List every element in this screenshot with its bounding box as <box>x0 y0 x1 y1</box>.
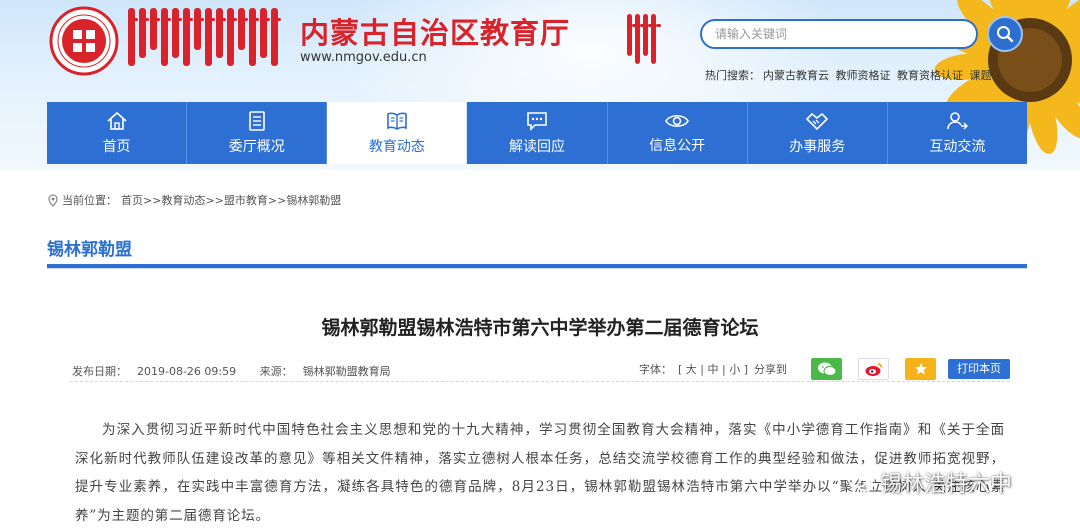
font-size-medium[interactable]: 中 <box>707 363 718 376</box>
wechat-watermark-icon <box>848 472 874 492</box>
user-exchange-icon <box>947 111 969 129</box>
hot-search-link[interactable]: 课题 <box>970 69 992 82</box>
nav-label: 首页 <box>102 138 131 155</box>
breadcrumb-separator: >> <box>267 194 287 207</box>
favorite-button[interactable] <box>905 358 936 380</box>
article-source: 来源： 锡林郭勒盟教育局 <box>260 365 401 378</box>
nav-label: 教育动态 <box>368 138 425 155</box>
mongolian-script-tag <box>627 14 661 64</box>
nav-label: 委厅概况 <box>228 138 285 155</box>
nav-item-overview[interactable]: 委厅概况 <box>187 102 328 164</box>
share-weibo-button[interactable] <box>858 358 889 380</box>
nav-item-disclosure[interactable]: 信息公开 <box>608 102 748 164</box>
article-title: 锡林郭勒盟锡林浩特市第六中学举办第二届德育论坛 <box>321 317 759 339</box>
bracket: [ <box>677 363 683 376</box>
publish-date-label: 发布日期： <box>72 365 127 378</box>
divider: | <box>700 363 704 376</box>
nav-label: 办事服务 <box>789 138 846 155</box>
hot-search-link[interactable]: 教育资格认证 <box>897 69 963 82</box>
breadcrumb-separator: >> <box>205 194 224 207</box>
font-size-label: 字体： <box>638 363 672 376</box>
source-label: 来源： <box>259 365 293 378</box>
hot-search-link[interactable]: 内蒙古教育云 <box>763 69 829 82</box>
divider: | <box>721 363 726 376</box>
education-department-logo <box>49 6 119 76</box>
bracket: ] <box>743 363 748 376</box>
site-header: 内蒙古自治区教育厅 www.nmgov.edu.cn 请输入关键词 热门搜索：内… <box>0 0 1080 170</box>
publish-date: 发布日期： 2019-08-26 09:59 <box>72 365 246 378</box>
breadcrumb-link-education-news[interactable]: 教育动态 <box>161 194 205 207</box>
wechat-icon <box>817 362 836 376</box>
font-size-large[interactable]: 大 <box>686 363 697 376</box>
share-label: 分享到 <box>754 363 787 376</box>
chat-icon <box>527 111 547 131</box>
search-icon <box>997 26 1014 43</box>
font-size-controls: [ 大 | 中 | 小 ] <box>678 361 748 377</box>
document-icon <box>248 110 265 131</box>
location-pin-icon <box>48 193 58 207</box>
nav-item-education-news[interactable]: 教育动态 <box>327 102 468 164</box>
article-meta: 发布日期： 2019-08-26 09:59 来源： 锡林郭勒盟教育局 字体： [ … <box>70 355 1010 382</box>
book-icon <box>387 112 407 130</box>
nav-label: 信息公开 <box>649 137 706 154</box>
share-wechat-button[interactable] <box>811 358 842 380</box>
weibo-icon <box>865 363 882 376</box>
main-nav: 首页 委厅概况 教育动态 解读回应 信息公开 办事服务 互动交流 <box>47 102 1027 164</box>
site-url[interactable]: www.nmgov.edu.cn <box>300 50 427 65</box>
hot-search-link[interactable]: 教师资格证 <box>836 69 891 82</box>
breadcrumb-label: 当前位置： <box>62 194 117 207</box>
breadcrumb: 当前位置： 首页>>教育动态>>盟市教育>>锡林郭勒盟 <box>48 192 341 208</box>
wechat-watermark: 锡林浩特六中 <box>848 466 1012 498</box>
nav-label: 解读回应 <box>508 138 565 155</box>
home-icon <box>107 111 127 130</box>
source-value: 锡林郭勒盟教育局 <box>302 365 391 378</box>
breadcrumb-link-xilingol[interactable]: 锡林郭勒盟 <box>286 194 341 207</box>
search-button[interactable] <box>987 16 1023 52</box>
site-title[interactable]: 内蒙古自治区教育厅 <box>300 10 570 52</box>
section-divider <box>47 264 1027 269</box>
breadcrumb-link-home[interactable]: 首页 <box>121 194 143 207</box>
mongolian-script-title <box>128 8 281 68</box>
print-button[interactable]: 打印本页 <box>948 359 1010 379</box>
star-icon <box>914 363 927 375</box>
watermark-text: 锡林浩特六中 <box>880 472 1013 497</box>
font-size-small[interactable]: 小 <box>729 363 740 376</box>
handshake-icon <box>806 112 829 130</box>
nav-label: 互动交流 <box>929 138 986 155</box>
nav-item-services[interactable]: 办事服务 <box>748 102 888 164</box>
hot-search: 热门搜索： 内蒙古教育云 教师资格证 教育资格认证 课题 <box>705 67 995 83</box>
publish-date-value: 2019-08-26 09:59 <box>137 365 237 378</box>
hot-search-label: 热门搜索： <box>705 69 760 82</box>
eye-icon <box>665 114 690 127</box>
breadcrumb-separator: >> <box>143 194 162 207</box>
breadcrumb-link-city-education[interactable]: 盟市教育 <box>224 194 268 207</box>
search-input[interactable]: 请输入关键词 <box>700 19 978 49</box>
nav-item-interpretation[interactable]: 解读回应 <box>467 102 608 164</box>
section-title: 锡林郭勒盟 <box>47 240 132 260</box>
nav-item-interaction[interactable]: 互动交流 <box>888 102 1027 164</box>
nav-item-home[interactable]: 首页 <box>47 102 188 164</box>
